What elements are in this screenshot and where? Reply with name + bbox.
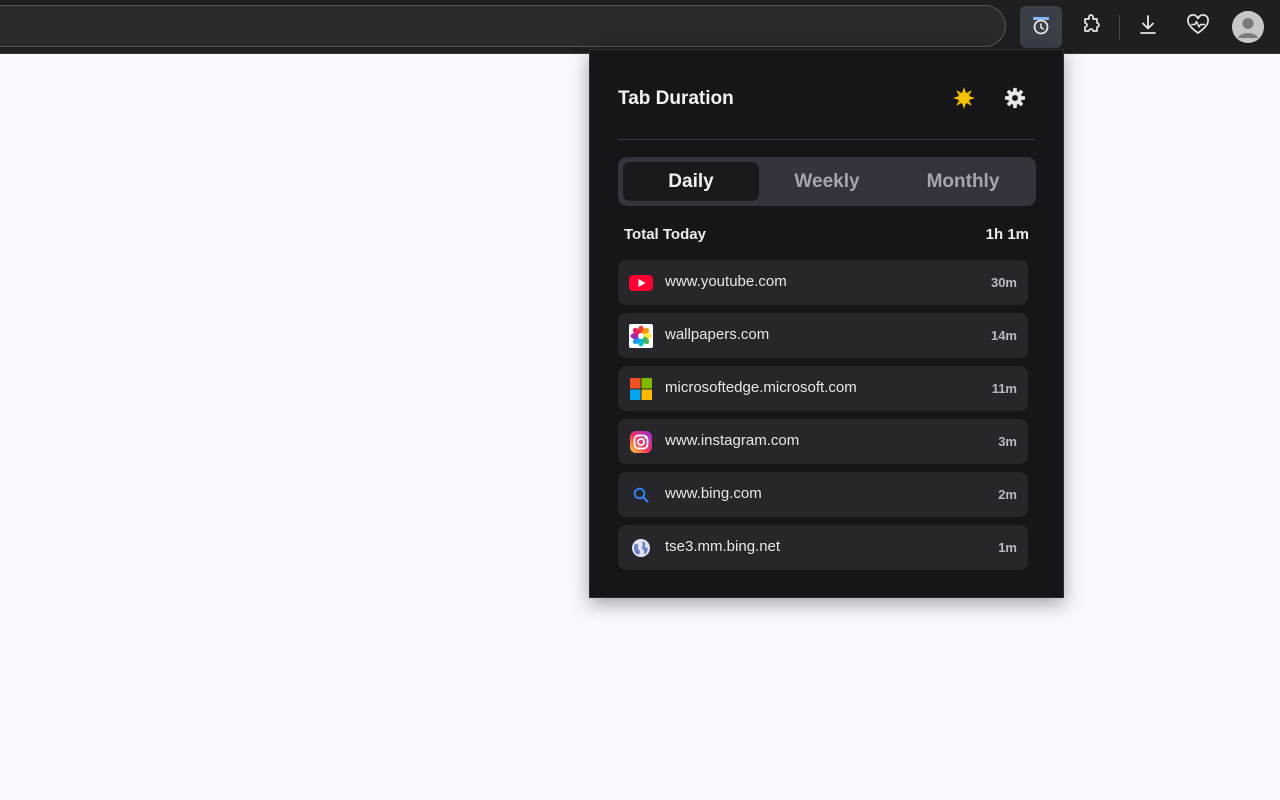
bing-search-icon (629, 483, 653, 507)
gear-icon (1004, 87, 1026, 114)
wallpapers-icon (629, 324, 653, 348)
toolbar-separator (1119, 15, 1120, 39)
tab-duration-extension-button[interactable] (1020, 6, 1062, 48)
popup-header: Tab Duration (618, 86, 1035, 114)
site-row-wallpapers[interactable]: wallpapers.com 14m (618, 313, 1028, 358)
sun-theme-icon (952, 86, 976, 115)
site-row-microsoftedge[interactable]: microsoftedge.microsoft.com 11m (618, 366, 1028, 411)
tab-daily[interactable]: Daily (623, 162, 759, 201)
site-duration: 3m (998, 434, 1017, 449)
theme-toggle-button[interactable] (950, 86, 978, 114)
site-row-youtube[interactable]: www.youtube.com 30m (618, 260, 1028, 305)
tab-monthly[interactable]: Monthly (895, 162, 1031, 201)
globe-icon (629, 536, 653, 560)
browser-toolbar (0, 0, 1280, 54)
youtube-icon (629, 271, 653, 295)
tab-duration-extension-icon (1030, 14, 1052, 41)
tab-weekly[interactable]: Weekly (759, 162, 895, 201)
site-domain: www.bing.com (665, 485, 762, 502)
instagram-icon (629, 430, 653, 454)
site-duration: 11m (991, 381, 1017, 396)
site-list: www.youtube.com 30m wallpapers.com 14m m… (618, 260, 1028, 578)
address-bar[interactable] (0, 5, 1006, 47)
site-row-tse3[interactable]: tse3.mm.bing.net 1m (618, 525, 1028, 570)
browser-health-button[interactable] (1177, 6, 1219, 48)
extensions-puzzle-icon (1080, 13, 1104, 42)
site-row-bing[interactable]: www.bing.com 2m (618, 472, 1028, 517)
site-domain: www.instagram.com (665, 432, 800, 449)
site-domain: www.youtube.com (665, 273, 787, 290)
site-row-instagram[interactable]: www.instagram.com 3m (618, 419, 1028, 464)
download-icon (1136, 13, 1160, 42)
microsoft-icon (629, 377, 653, 401)
site-duration: 1m (998, 540, 1017, 555)
extensions-button[interactable] (1071, 6, 1113, 48)
popup-title: Tab Duration (618, 88, 734, 109)
header-divider (618, 139, 1035, 140)
period-tabs: Daily Weekly Monthly (618, 157, 1036, 206)
site-duration: 30m (990, 275, 1017, 290)
site-duration: 2m (998, 487, 1017, 502)
site-domain: tse3.mm.bing.net (665, 538, 781, 555)
profile-avatar-button[interactable] (1232, 11, 1264, 43)
total-value: 1h 1m (985, 226, 1029, 243)
site-domain: microsoftedge.microsoft.com (665, 379, 857, 396)
browser-health-icon (1185, 13, 1211, 42)
settings-button[interactable] (1001, 86, 1029, 114)
total-summary: Total Today 1h 1m (624, 226, 1029, 246)
profile-avatar-icon (1232, 11, 1264, 43)
total-label: Total Today (624, 226, 706, 243)
site-domain: wallpapers.com (665, 326, 770, 343)
tab-duration-popup: Tab Duration Daily Weekly Monthly Total … (589, 49, 1064, 598)
site-duration: 14m (990, 328, 1017, 343)
downloads-button[interactable] (1127, 6, 1169, 48)
